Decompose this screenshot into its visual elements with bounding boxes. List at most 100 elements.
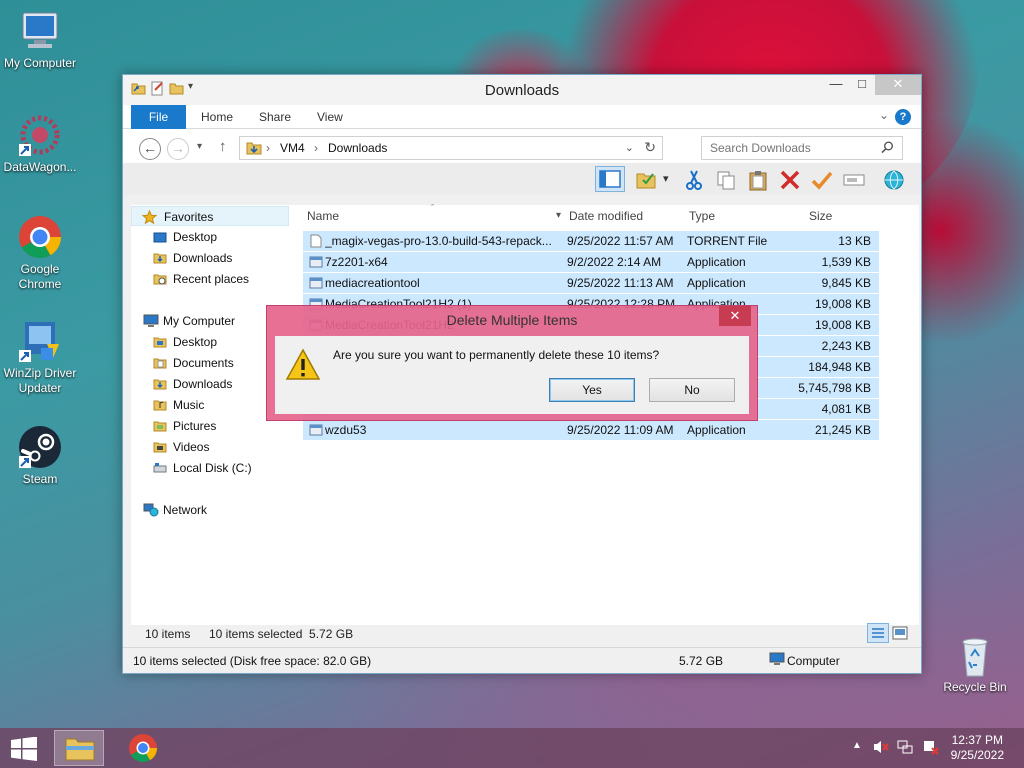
back-button[interactable]: ← bbox=[139, 138, 161, 160]
warning-icon bbox=[285, 348, 321, 382]
help-icon[interactable]: ? bbox=[895, 109, 911, 125]
chrome-icon bbox=[129, 734, 157, 762]
file-size: 4,081 KB bbox=[821, 402, 871, 416]
window-controls: — □ ✕ bbox=[823, 75, 921, 95]
breadcrumb-vm4[interactable]: VM4 bbox=[280, 141, 305, 155]
dialog-title: Delete Multiple Items bbox=[446, 312, 578, 328]
details-view-button[interactable] bbox=[867, 623, 889, 643]
expand-ribbon-icon[interactable]: ⌄ bbox=[879, 108, 889, 122]
datawagon-icon bbox=[17, 112, 63, 158]
pictures-folder-icon bbox=[153, 419, 167, 433]
taskbar-chrome[interactable] bbox=[118, 730, 168, 766]
file-name: _magix-vegas-pro-13.0-build-543-repack..… bbox=[325, 234, 552, 248]
volume-muted-icon[interactable] bbox=[872, 739, 890, 768]
taskbar-clock[interactable]: 12:37 PM 9/25/2022 bbox=[951, 733, 1004, 763]
file-row[interactable]: 7z2201-x64 9/2/2022 2:14 AM Application 1,5… bbox=[303, 252, 879, 273]
tab-home[interactable]: Home bbox=[201, 105, 233, 129]
start-button[interactable] bbox=[10, 736, 38, 761]
tab-share[interactable]: Share bbox=[259, 105, 291, 129]
column-header-name[interactable]: Name ˆ ▾ bbox=[307, 203, 561, 227]
desktop-icon-google-chrome[interactable]: Google Chrome bbox=[0, 214, 80, 292]
desktop-icon-steam[interactable]: Steam bbox=[0, 424, 80, 487]
column-header-type[interactable]: Type bbox=[689, 205, 715, 227]
ribbon-tabs: File Home Share View ⌄ ? bbox=[123, 105, 921, 129]
file-size: 19,008 KB bbox=[814, 297, 871, 311]
large-icons-view-button[interactable] bbox=[891, 625, 909, 644]
search-input[interactable] bbox=[702, 137, 872, 159]
close-button[interactable]: ✕ bbox=[875, 75, 921, 95]
folder-options-icon[interactable] bbox=[635, 169, 657, 191]
clock-time: 12:37 PM bbox=[951, 733, 1003, 747]
address-bar[interactable]: › VM4 › Downloads ⌄ ↻ bbox=[239, 136, 663, 160]
downloads-folder-icon bbox=[153, 377, 167, 391]
computer-small-icon bbox=[769, 652, 785, 669]
action-center-icon[interactable] bbox=[921, 739, 939, 768]
file-size: 2,243 KB bbox=[821, 339, 871, 353]
downloads-icon bbox=[153, 251, 167, 265]
file-size: 1,539 KB bbox=[821, 255, 871, 269]
network-status-icon[interactable] bbox=[897, 739, 915, 768]
music-folder-icon bbox=[153, 398, 167, 412]
title-bar[interactable]: ▾ Downloads — □ ✕ bbox=[123, 75, 921, 105]
computer-icon bbox=[143, 314, 159, 328]
paste-icon[interactable] bbox=[747, 169, 769, 191]
desktop-icon-my-computer[interactable]: My Computer bbox=[0, 8, 80, 71]
file-date: 9/2/2022 2:14 AM bbox=[567, 255, 662, 269]
network-globe-icon[interactable] bbox=[883, 169, 905, 191]
file-name: mediacreationtool bbox=[325, 276, 420, 290]
file-row[interactable]: wzdu53 9/25/2022 11:09 AM Application 21,24… bbox=[303, 420, 879, 441]
chrome-icon bbox=[17, 214, 63, 260]
dialog-close-button[interactable]: ✕ bbox=[719, 306, 751, 326]
maximize-button[interactable]: □ bbox=[849, 75, 875, 95]
address-dropdown-icon[interactable]: ⌄ bbox=[625, 141, 634, 154]
desktop-icon-datawagon[interactable]: DataWagon... bbox=[0, 112, 80, 175]
sort-ascending-icon: ˆ bbox=[431, 203, 434, 213]
rename-icon[interactable] bbox=[843, 169, 865, 191]
breadcrumb-downloads[interactable]: Downloads bbox=[328, 141, 387, 155]
copy-icon[interactable] bbox=[715, 169, 737, 191]
view-options-dropdown-icon[interactable]: ▾ bbox=[663, 172, 675, 194]
file-size: 184,948 KB bbox=[808, 360, 871, 374]
winzip-driver-icon bbox=[17, 318, 63, 364]
network-icon bbox=[143, 503, 159, 517]
yes-button[interactable]: Yes bbox=[549, 378, 635, 402]
nav-favorites[interactable]: Favorites bbox=[131, 206, 289, 226]
search-icon[interactable] bbox=[881, 141, 894, 157]
taskbar-file-explorer[interactable] bbox=[54, 730, 104, 766]
application-icon bbox=[309, 255, 323, 269]
column-filter-icon[interactable]: ▾ bbox=[556, 205, 561, 227]
file-row[interactable]: _magix-vegas-pro-13.0-build-543-repack..… bbox=[303, 231, 879, 252]
desktop-folder-icon bbox=[153, 335, 167, 349]
column-header-size[interactable]: Size bbox=[809, 205, 832, 227]
cut-icon[interactable] bbox=[683, 169, 705, 191]
tab-view[interactable]: View bbox=[317, 105, 343, 129]
star-icon bbox=[141, 209, 158, 225]
tab-file[interactable]: File bbox=[131, 105, 186, 129]
desktop-icon-winzip-driver-updater[interactable]: WinZip Driver Updater bbox=[0, 318, 80, 396]
checkmark-icon[interactable] bbox=[811, 169, 833, 191]
drive-icon bbox=[153, 461, 167, 475]
show-hidden-icons-button[interactable]: ▲ bbox=[852, 740, 862, 768]
no-button[interactable]: No bbox=[649, 378, 735, 402]
command-toolbar: ▾ bbox=[123, 163, 921, 195]
refresh-icon[interactable]: ↻ bbox=[644, 139, 656, 156]
minimize-button[interactable]: — bbox=[823, 75, 849, 95]
status-bar: 10 items selected (Disk free space: 82.0… bbox=[123, 647, 921, 673]
clock-date: 9/25/2022 bbox=[950, 748, 1004, 762]
forward-button[interactable]: → bbox=[167, 138, 189, 160]
file-date: 9/25/2022 11:13 AM bbox=[567, 276, 674, 290]
downloads-folder-icon bbox=[246, 140, 262, 159]
desktop-icon-recycle-bin[interactable]: Recycle Bin bbox=[935, 632, 1015, 695]
windows-logo-icon bbox=[11, 736, 37, 761]
file-row[interactable]: mediacreationtool 9/25/2022 11:13 AM Appli… bbox=[303, 273, 879, 294]
recent-locations-icon[interactable]: ▾ bbox=[197, 141, 202, 152]
column-header-date[interactable]: Date modified bbox=[569, 205, 643, 227]
recycle-bin-icon bbox=[952, 632, 998, 678]
file-size: 9,845 KB bbox=[821, 276, 871, 290]
documents-folder-icon bbox=[153, 356, 167, 370]
file-size: 5,745,798 KB bbox=[798, 381, 871, 395]
preview-pane-button[interactable] bbox=[595, 166, 625, 192]
search-box[interactable] bbox=[701, 136, 903, 160]
delete-icon[interactable] bbox=[779, 169, 801, 191]
up-button[interactable]: ↑ bbox=[219, 138, 227, 155]
